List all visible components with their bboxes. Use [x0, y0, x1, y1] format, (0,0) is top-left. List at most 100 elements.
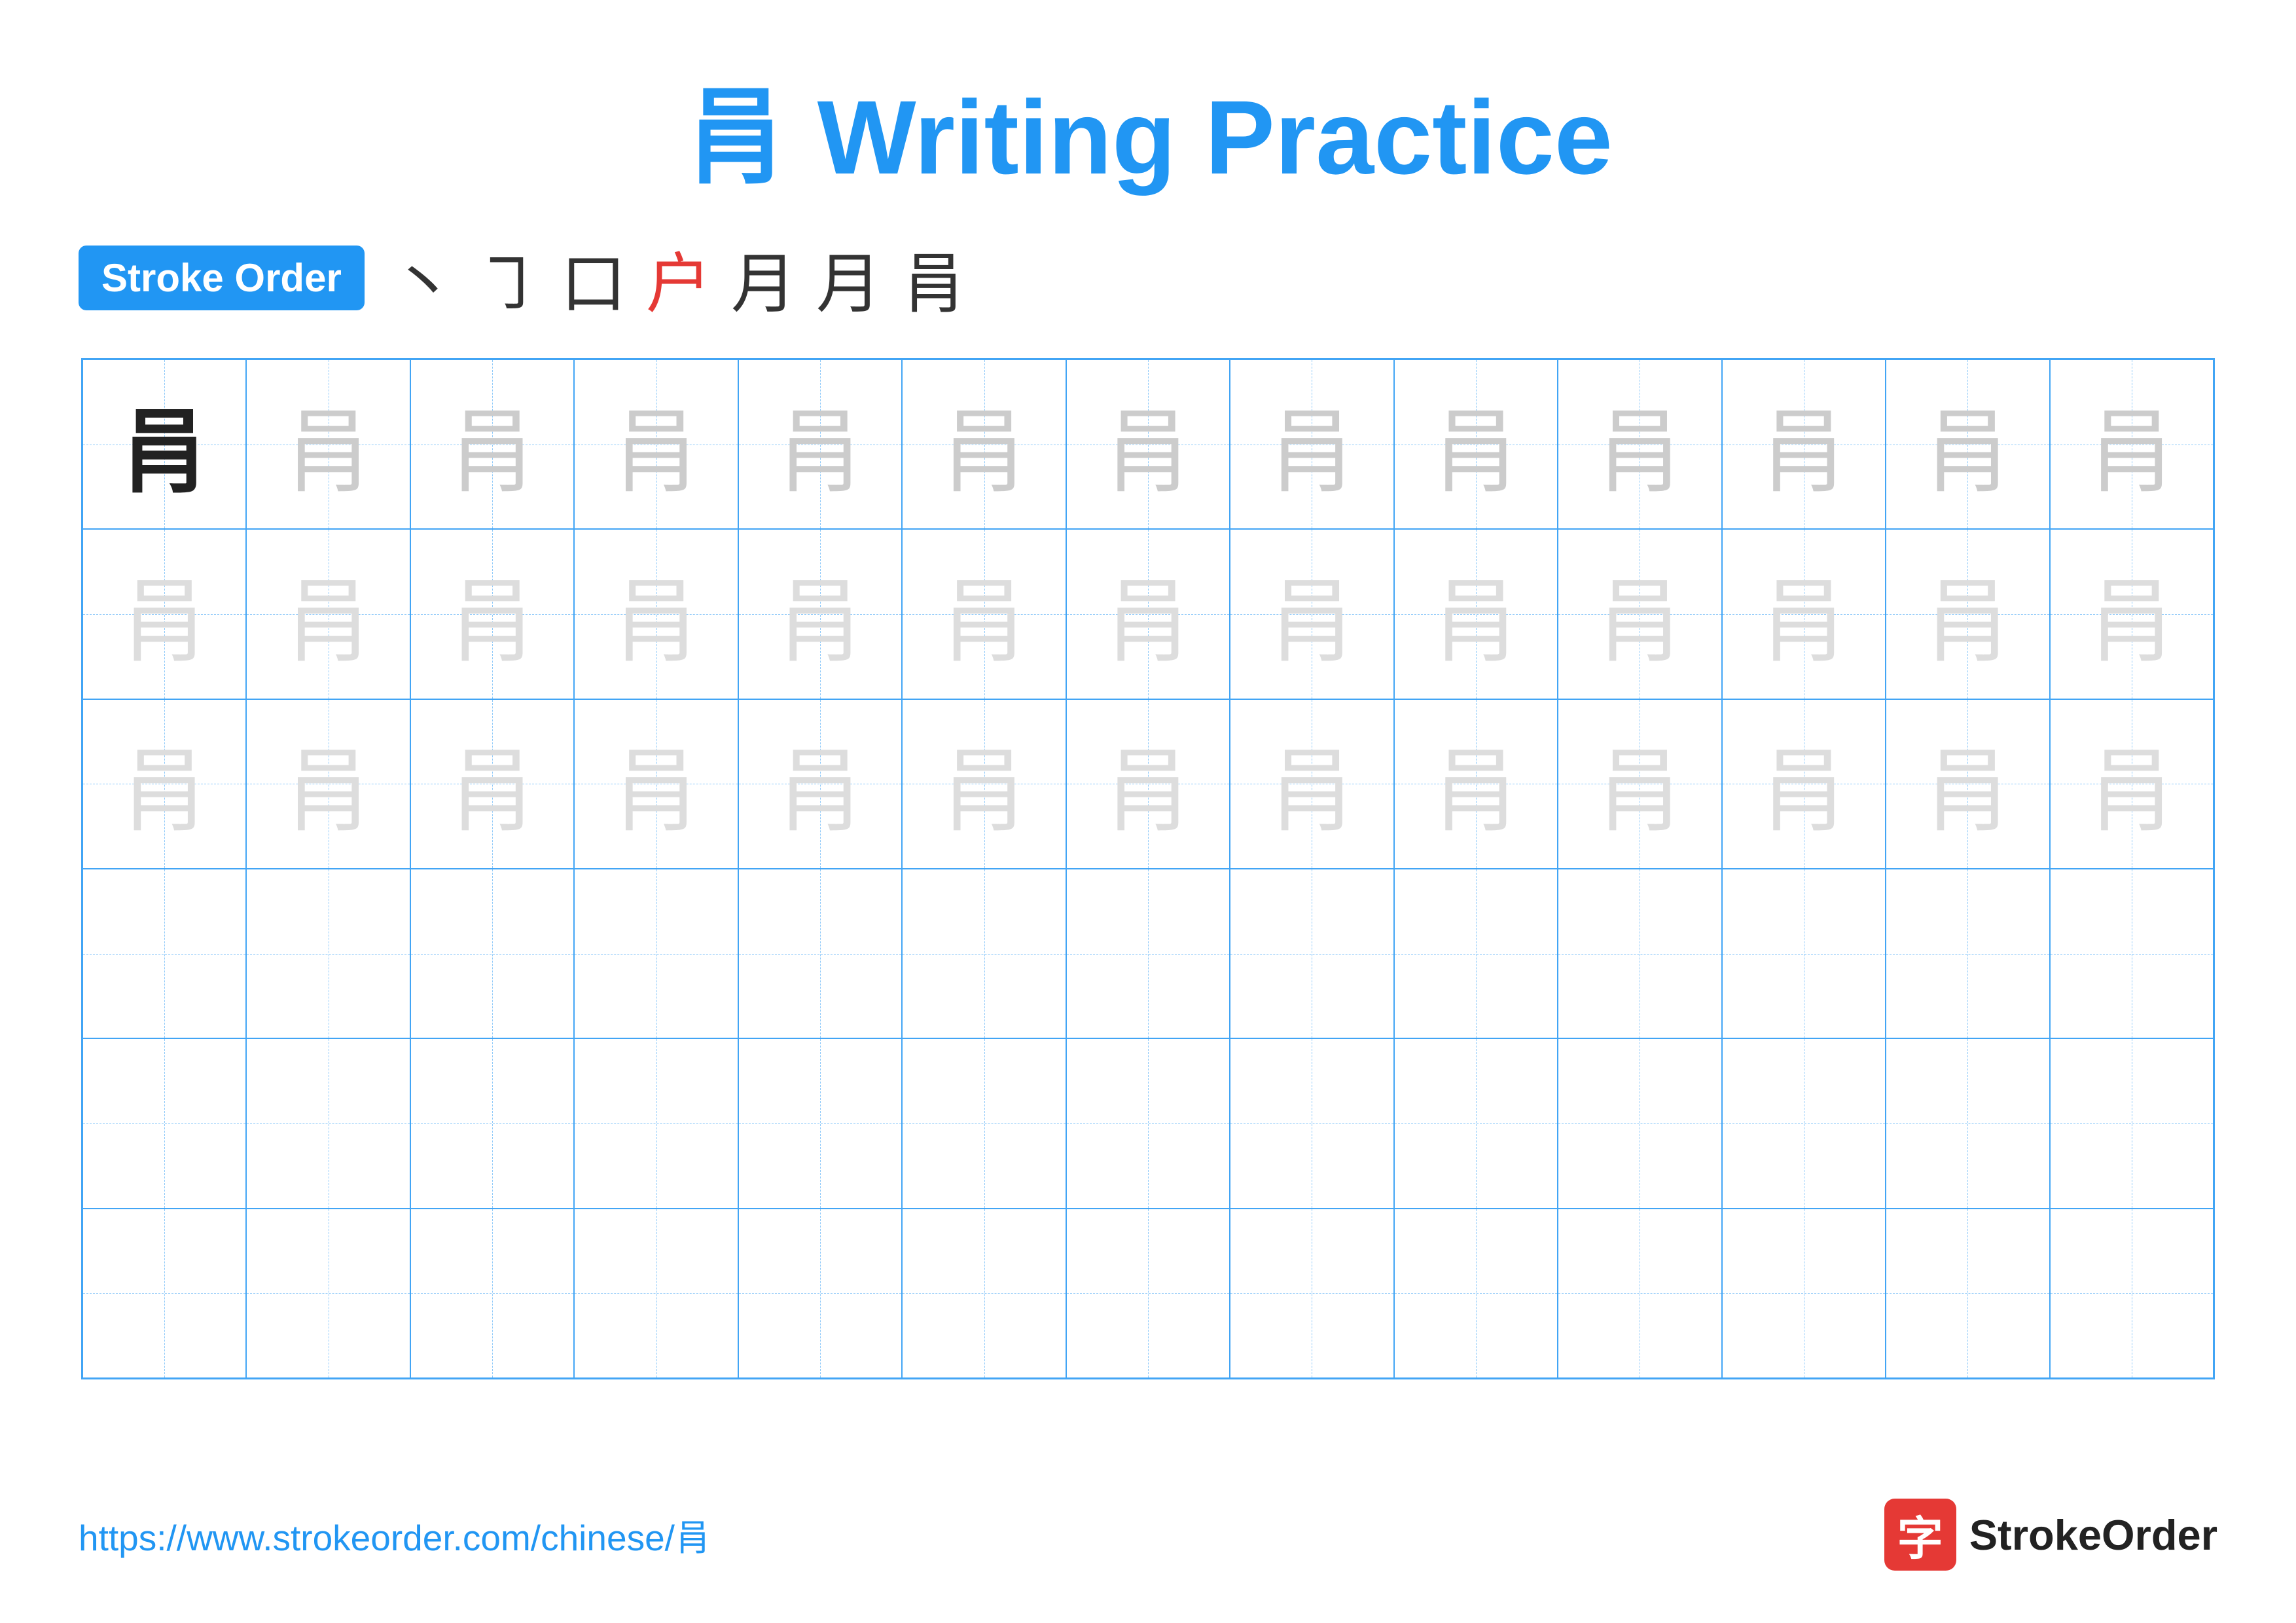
grid-cell-r5c8[interactable]	[1230, 1038, 1393, 1208]
grid-cell-r5c1[interactable]	[82, 1038, 246, 1208]
stroke-order-row: Stroke Order 丶 ㇆ 口 户 月 月 肙	[79, 230, 2217, 325]
grid-cell-r2c5[interactable]: 肙	[738, 529, 902, 699]
grid-cell-r6c11[interactable]	[1722, 1209, 1886, 1378]
char-r1c7: 肙	[1102, 378, 1194, 511]
grid-cell-r6c1[interactable]	[82, 1209, 246, 1378]
grid-cell-r6c5[interactable]	[738, 1209, 902, 1378]
grid-cell-r2c4[interactable]: 肙	[574, 529, 738, 699]
grid-cell-r5c10[interactable]	[1558, 1038, 1721, 1208]
grid-cell-r3c10[interactable]: 肙	[1558, 699, 1721, 869]
grid-cell-r1c9[interactable]: 肙	[1394, 359, 1558, 529]
char-r2c9: 肙	[1430, 548, 1522, 680]
grid-cell-r6c13[interactable]	[2050, 1209, 2214, 1378]
grid-cell-r4c4[interactable]	[574, 869, 738, 1038]
char-r2c12: 肙	[1922, 548, 2013, 680]
grid-cell-r2c6[interactable]: 肙	[902, 529, 1066, 699]
char-r1c10: 肙	[1594, 378, 1685, 511]
grid-cell-r1c4[interactable]: 肙	[574, 359, 738, 529]
grid-cell-r5c12[interactable]	[1886, 1038, 2049, 1208]
grid-cell-r5c6[interactable]	[902, 1038, 1066, 1208]
grid-cell-r3c12[interactable]: 肙	[1886, 699, 2049, 869]
grid-cell-r6c2[interactable]	[246, 1209, 410, 1378]
grid-cell-r6c3[interactable]	[410, 1209, 574, 1378]
grid-cell-r6c4[interactable]	[574, 1209, 738, 1378]
char-r1c4: 肙	[611, 378, 702, 511]
grid-cell-r5c2[interactable]	[246, 1038, 410, 1208]
char-r2c1: 肙	[118, 548, 210, 680]
grid-cell-r4c8[interactable]	[1230, 869, 1393, 1038]
grid-cell-r6c6[interactable]	[902, 1209, 1066, 1378]
footer-url[interactable]: https://www.strokeorder.com/chinese/肙	[79, 1508, 711, 1561]
grid-cell-r1c10[interactable]: 肙	[1558, 359, 1721, 529]
grid-cell-r3c8[interactable]: 肙	[1230, 699, 1393, 869]
grid-cell-r4c1[interactable]	[82, 869, 246, 1038]
grid-cell-r2c1[interactable]: 肙	[82, 529, 246, 699]
grid-cell-r4c3[interactable]	[410, 869, 574, 1038]
grid-cell-r1c5[interactable]: 肙	[738, 359, 902, 529]
grid-cell-r2c9[interactable]: 肙	[1394, 529, 1558, 699]
grid-cell-r4c13[interactable]	[2050, 869, 2214, 1038]
grid-cell-r3c6[interactable]: 肙	[902, 699, 1066, 869]
grid-cell-r1c8[interactable]: 肙	[1230, 359, 1393, 529]
grid-cell-r3c4[interactable]: 肙	[574, 699, 738, 869]
grid-cell-r2c13[interactable]: 肙	[2050, 529, 2214, 699]
grid-cell-r1c3[interactable]: 肙	[410, 359, 574, 529]
grid-cell-r1c11[interactable]: 肙	[1722, 359, 1886, 529]
char-r3c13: 肙	[2086, 718, 2178, 850]
grid-cell-r3c3[interactable]: 肙	[410, 699, 574, 869]
char-r1c6: 肙	[939, 378, 1030, 511]
grid-cell-r3c13[interactable]: 肙	[2050, 699, 2214, 869]
grid-cell-r1c6[interactable]: 肙	[902, 359, 1066, 529]
grid-cell-r1c2[interactable]: 肙	[246, 359, 410, 529]
grid-cell-r3c1[interactable]: 肙	[82, 699, 246, 869]
grid-cell-r4c10[interactable]	[1558, 869, 1721, 1038]
footer-logo: 字 StrokeOrder	[1884, 1499, 2217, 1571]
grid-cell-r3c9[interactable]: 肙	[1394, 699, 1558, 869]
grid-cell-r5c4[interactable]	[574, 1038, 738, 1208]
grid-cell-r1c13[interactable]: 肙	[2050, 359, 2214, 529]
grid-cell-r2c7[interactable]: 肙	[1066, 529, 1230, 699]
grid-cell-r2c12[interactable]: 肙	[1886, 529, 2049, 699]
logo-text: StrokeOrder	[1969, 1510, 2217, 1559]
grid-cell-r3c11[interactable]: 肙	[1722, 699, 1886, 869]
grid-cell-r1c12[interactable]: 肙	[1886, 359, 2049, 529]
grid-cell-r4c2[interactable]	[246, 869, 410, 1038]
char-r3c4: 肙	[611, 718, 702, 850]
char-r3c7: 肙	[1102, 718, 1194, 850]
stroke-sequence: 丶 ㇆ 口 户 月 月 肙	[391, 230, 967, 325]
char-r3c6: 肙	[939, 718, 1030, 850]
grid-cell-r2c2[interactable]: 肙	[246, 529, 410, 699]
grid-cell-r5c7[interactable]	[1066, 1038, 1230, 1208]
grid-cell-r3c2[interactable]: 肙	[246, 699, 410, 869]
grid-cell-r5c11[interactable]	[1722, 1038, 1886, 1208]
grid-cell-r5c9[interactable]	[1394, 1038, 1558, 1208]
practice-grid: 肙 肙 肙 肙 肙 肙 肙 肙 肙 肙 肙 肙 肙 肙 肙 肙 肙 肙 肙 肙 …	[81, 358, 2215, 1379]
grid-cell-r4c9[interactable]	[1394, 869, 1558, 1038]
grid-cell-r2c10[interactable]: 肙	[1558, 529, 1721, 699]
grid-cell-r5c3[interactable]	[410, 1038, 574, 1208]
grid-cell-r6c7[interactable]	[1066, 1209, 1230, 1378]
grid-cell-r6c10[interactable]	[1558, 1209, 1721, 1378]
grid-cell-r2c8[interactable]: 肙	[1230, 529, 1393, 699]
char-r2c6: 肙	[939, 548, 1030, 680]
grid-cell-r2c3[interactable]: 肙	[410, 529, 574, 699]
char-r2c7: 肙	[1102, 548, 1194, 680]
grid-cell-r6c9[interactable]	[1394, 1209, 1558, 1378]
char-r3c1: 肙	[118, 718, 210, 850]
grid-cell-r1c7[interactable]: 肙	[1066, 359, 1230, 529]
grid-cell-r6c8[interactable]	[1230, 1209, 1393, 1378]
grid-cell-r3c7[interactable]: 肙	[1066, 699, 1230, 869]
grid-cell-r4c5[interactable]	[738, 869, 902, 1038]
grid-cell-r3c5[interactable]: 肙	[738, 699, 902, 869]
grid-cell-r6c12[interactable]	[1886, 1209, 2049, 1378]
char-r2c10: 肙	[1594, 548, 1685, 680]
grid-cell-r4c6[interactable]	[902, 869, 1066, 1038]
grid-cell-r5c5[interactable]	[738, 1038, 902, 1208]
grid-cell-r5c13[interactable]	[2050, 1038, 2214, 1208]
grid-cell-r2c11[interactable]: 肙	[1722, 529, 1886, 699]
grid-cell-r1c1[interactable]: 肙	[82, 359, 246, 529]
logo-icon: 字	[1884, 1499, 1956, 1571]
grid-cell-r4c11[interactable]	[1722, 869, 1886, 1038]
grid-cell-r4c12[interactable]	[1886, 869, 2049, 1038]
grid-cell-r4c7[interactable]	[1066, 869, 1230, 1038]
